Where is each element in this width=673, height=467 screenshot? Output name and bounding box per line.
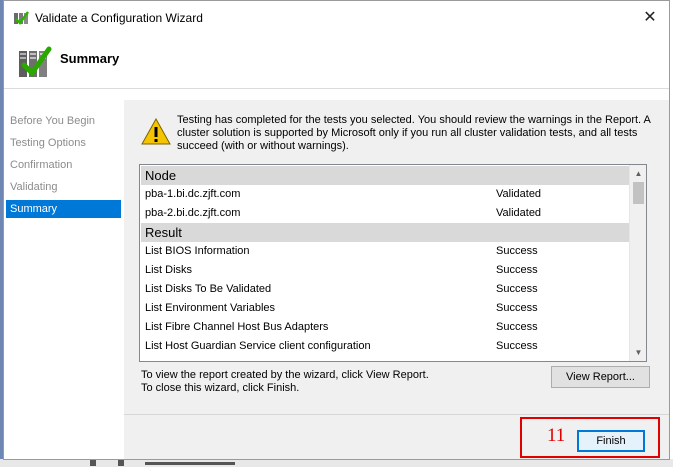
footer-divider [124,414,669,415]
test-status: Success [496,283,538,295]
wizard-steps-sidebar: Before You Begin Testing Options Confirm… [4,100,124,450]
test-status: Success [496,245,538,257]
node-status: Validated [496,188,542,200]
test-name: List Fibre Channel Host Bus Adapters [145,321,329,333]
step-before-you-begin[interactable]: Before You Begin [6,112,121,130]
wizard-window: Validate a Configuration Wizard ✕ Summar… [3,0,670,460]
node-row[interactable]: pba-2.bi.dc.zjft.com Validated [140,204,630,223]
node-group-header: Node [141,166,630,185]
test-status: Success [496,302,538,314]
result-row[interactable]: List BIOS Information Success [140,242,630,261]
result-row[interactable]: List Disks To Be Validated Success [140,280,630,299]
node-status: Validated [496,207,542,219]
close-button[interactable]: ✕ [639,7,661,29]
test-name: List Host Guardian Service client config… [145,340,371,352]
step-testing-options[interactable]: Testing Options [6,134,121,152]
view-report-instruction: To view the report created by the wizard… [141,369,429,381]
test-status: Success [496,321,538,333]
instructions-text: To view the report created by the wizard… [141,369,429,395]
scroll-up-icon[interactable]: ▲ [630,165,646,182]
summary-content: Testing has completed for the tests you … [124,100,669,459]
finish-instruction: To close this wizard, click Finish. [141,382,300,394]
result-row[interactable]: List Fibre Channel Host Bus Adapters Suc… [140,318,630,337]
close-icon: ✕ [643,9,657,26]
node-name: pba-1.bi.dc.zjft.com [145,188,241,200]
report-list[interactable]: Node pba-1.bi.dc.zjft.com Validated pba-… [139,164,647,362]
annotation-step-number: 11 [547,425,566,446]
report-list-items: Node pba-1.bi.dc.zjft.com Validated pba-… [140,165,630,361]
scrollbar-thumb[interactable] [633,182,644,204]
background-window-bottom [0,459,673,467]
view-report-button[interactable]: View Report... [551,366,650,388]
warning-icon [141,118,171,145]
test-status: Success [496,264,538,276]
result-row[interactable]: List Host Guardian Service client config… [140,337,630,356]
test-name: List Environment Variables [145,302,276,314]
title-bar: Validate a Configuration Wizard ✕ [4,1,669,35]
result-group-header: Result [141,223,630,242]
cluster-wizard-icon [14,11,29,25]
test-name: List Disks To Be Validated [145,283,272,295]
annotation-highlight-box [520,417,660,458]
completion-message: Testing has completed for the tests you … [177,114,651,152]
result-row[interactable]: List Disks Success [140,261,630,280]
window-title: Validate a Configuration Wizard [35,11,203,25]
test-name: List BIOS Information [145,245,250,257]
scroll-down-icon[interactable]: ▼ [630,344,646,361]
node-name: pba-2.bi.dc.zjft.com [145,207,241,219]
vertical-scrollbar[interactable]: ▲ ▼ [629,165,646,361]
cluster-validate-icon [19,46,52,77]
step-confirmation[interactable]: Confirmation [6,156,121,174]
test-name: List Disks [145,264,193,276]
step-validating[interactable]: Validating [6,178,121,196]
page-title: Summary [60,51,120,66]
node-row[interactable]: pba-1.bi.dc.zjft.com Validated [140,185,630,204]
result-row[interactable]: List Environment Variables Success [140,299,630,318]
test-status: Success [496,340,538,352]
wizard-header: Summary [4,35,669,89]
step-summary[interactable]: Summary [6,200,121,218]
